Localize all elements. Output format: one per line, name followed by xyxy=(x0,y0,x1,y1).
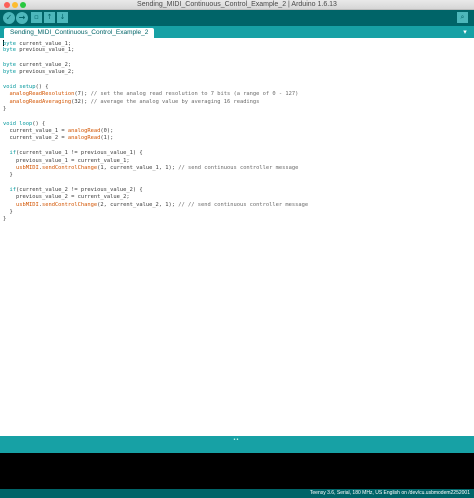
open-sketch-button[interactable]: ↑ xyxy=(44,12,55,23)
code-token: byte xyxy=(3,47,16,54)
code-line[interactable]: } xyxy=(3,216,308,223)
code-token: // // send continuous controller message xyxy=(178,201,309,208)
verify-button[interactable]: ✓ xyxy=(3,12,15,24)
code-line[interactable]: void setup() { xyxy=(3,84,308,91)
code-token: } xyxy=(3,216,7,223)
code-line[interactable]: usbMIDI.sendControlChange(1, current_val… xyxy=(3,165,308,172)
code-token: (1); xyxy=(100,135,114,142)
code-token: current_value_2; xyxy=(15,62,72,69)
code-line[interactable]: previous_value_1 = current_value_1; xyxy=(3,158,308,165)
code-line[interactable] xyxy=(3,113,308,120)
code-token: previous_value_1 = current_value_1; xyxy=(3,157,130,164)
code-line[interactable]: current_value_1 = analogRead(0); xyxy=(3,128,308,135)
code-line[interactable]: } xyxy=(3,172,308,179)
code-token: usbMIDI xyxy=(15,201,39,208)
console-output xyxy=(0,453,474,489)
code-text-area[interactable]: byte current_value_1; byte previous_value… xyxy=(3,40,308,224)
editor-console-divider[interactable]: •• xyxy=(0,436,474,453)
window-titlebar: Sending_MIDI_Continuous_Control_Example_… xyxy=(0,0,474,10)
code-token: void xyxy=(3,120,16,127)
code-token: byte xyxy=(3,41,16,47)
upload-arrow-icon: → xyxy=(18,13,26,22)
code-token: analogRead xyxy=(67,135,101,142)
code-token: (current_value_2 != previous_value_2) { xyxy=(16,186,143,193)
code-token: (1, current_value_1, 1); xyxy=(97,164,179,171)
code-token: } xyxy=(3,208,13,215)
code-token: (current_value_1 != previous_value_1) { xyxy=(16,150,143,157)
status-bar: Teensy 3.6, Serial, 180 MHz, US English … xyxy=(0,489,474,498)
code-token: current_value_2 = xyxy=(3,135,68,142)
code-token: () { xyxy=(35,84,49,91)
code-line[interactable]: previous_value_2 = current_value_2; xyxy=(3,194,308,201)
code-token: loop xyxy=(19,120,33,127)
code-line[interactable]: byte current_value_2; xyxy=(3,62,308,69)
code-editor[interactable]: byte current_value_1; byte previous_value… xyxy=(0,38,474,436)
code-token: sendControlChange xyxy=(41,201,98,208)
code-token: } xyxy=(3,106,7,113)
code-token: analogRead xyxy=(67,128,101,135)
code-line[interactable] xyxy=(3,55,308,62)
toolbar: ✓ → ▫ ↑ ↓ ⌕ xyxy=(0,10,474,26)
code-line[interactable]: } xyxy=(3,106,308,113)
code-token: current_value_1; xyxy=(15,41,72,47)
code-token: previous_value_1; xyxy=(15,47,75,54)
code-token: analogReadAveraging xyxy=(9,98,72,105)
board-info: Teensy 3.6, Serial, 180 MHz, US English … xyxy=(309,490,470,496)
code-line[interactable]: void loop() { xyxy=(3,121,308,128)
new-sketch-button[interactable]: ▫ xyxy=(31,12,42,23)
upload-button[interactable]: → xyxy=(16,12,28,24)
tab-bar: Sending_MIDI_Continuous_Control_Example_… xyxy=(0,26,474,38)
window-title: Sending_MIDI_Continuous_Control_Example_… xyxy=(137,1,337,8)
code-token: sendControlChange xyxy=(41,164,98,171)
code-token: usbMIDI xyxy=(15,164,39,171)
code-token: (32); xyxy=(71,98,91,105)
code-token: void xyxy=(3,84,16,91)
code-token: // average the analog value by averaging… xyxy=(90,98,260,105)
new-file-icon: ▫ xyxy=(34,13,39,21)
code-token: (2, current_value_2, 1); xyxy=(97,201,179,208)
serial-monitor-button[interactable]: ⌕ xyxy=(457,12,468,23)
code-token: // send continuous controller message xyxy=(178,164,299,171)
tab-sketch[interactable]: Sending_MIDI_Continuous_Control_Example_… xyxy=(4,28,155,38)
code-line[interactable]: byte previous_value_1; xyxy=(3,47,308,54)
code-line[interactable] xyxy=(3,77,308,84)
code-line[interactable]: analogReadResolution(7); // set the anal… xyxy=(3,91,308,98)
code-token: (0); xyxy=(100,128,114,135)
code-line[interactable]: analogReadAveraging(32); // average the … xyxy=(3,99,308,106)
save-sketch-button[interactable]: ↓ xyxy=(57,12,68,23)
resize-grip-icon[interactable]: •• xyxy=(233,437,239,443)
code-line[interactable]: if(current_value_2 != previous_value_2) … xyxy=(3,187,308,194)
code-token: byte xyxy=(3,69,16,76)
tab-menu-chevron-down-icon[interactable]: ▾ xyxy=(460,28,470,36)
code-token: () { xyxy=(32,120,46,127)
code-token: current_value_1 = xyxy=(3,128,68,135)
code-line[interactable] xyxy=(3,143,308,150)
save-arrow-down-icon: ↓ xyxy=(59,13,66,21)
code-token: previous_value_2; xyxy=(15,69,75,76)
magnifier-icon: ⌕ xyxy=(460,13,465,21)
code-token: previous_value_2 = current_value_2; xyxy=(3,194,130,201)
code-line[interactable]: } xyxy=(3,209,308,216)
verify-check-icon: ✓ xyxy=(5,13,13,22)
code-token: (7); xyxy=(74,91,91,98)
open-arrow-up-icon: ↑ xyxy=(46,13,53,21)
code-line[interactable]: if(current_value_1 != previous_value_1) … xyxy=(3,150,308,157)
code-token: // set the analog read resolution to 7 b… xyxy=(90,91,299,98)
code-token: } xyxy=(3,172,13,179)
code-line[interactable] xyxy=(3,180,308,187)
code-line[interactable]: current_value_2 = analogRead(1); xyxy=(3,135,308,142)
code-line[interactable]: byte previous_value_2; xyxy=(3,69,308,76)
code-token: analogReadResolution xyxy=(9,91,75,98)
code-token: byte xyxy=(3,62,16,69)
code-line[interactable]: byte current_value_1; xyxy=(3,40,308,47)
code-line[interactable]: usbMIDI.sendControlChange(2, current_val… xyxy=(3,202,308,209)
code-token: setup xyxy=(19,84,36,91)
